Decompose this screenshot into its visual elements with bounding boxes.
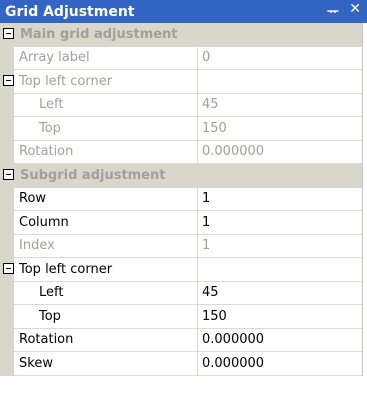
property-value: 150 <box>197 117 362 141</box>
category-label: Subgrid adjustment <box>20 168 166 184</box>
property-name: Left <box>34 282 197 305</box>
row-gutter <box>0 117 14 141</box>
property-index: Index 1 <box>0 234 362 258</box>
property-value: 0.000000 <box>197 140 362 164</box>
collapse-icon[interactable] <box>3 169 14 180</box>
property-value-input[interactable]: 1 <box>197 211 362 235</box>
property-rotation[interactable]: Rotation 0.000000 <box>0 328 362 352</box>
property-left[interactable]: Left 45 <box>0 281 362 305</box>
property-value-input[interactable]: 1 <box>197 187 362 211</box>
category-header: Main grid adjustment <box>0 23 362 47</box>
property-left: Left 45 <box>0 93 362 117</box>
property-value: 1 <box>197 234 362 258</box>
row-gutter <box>0 328 14 352</box>
indent-gutter <box>14 281 34 305</box>
property-name: Column <box>14 211 197 235</box>
grid-adjustment-panel: Grid Adjustment ᅲ ✕ Main grid adjustment… <box>0 0 367 404</box>
row-gutter <box>0 281 14 305</box>
close-icon[interactable]: ✕ <box>349 1 361 17</box>
property-value-input[interactable]: 45 <box>197 281 362 305</box>
property-name: Left <box>34 94 197 117</box>
property-grid: Main grid adjustment Array label 0 Top l… <box>0 23 363 376</box>
property-value <box>197 258 362 282</box>
property-top[interactable]: Top 150 <box>0 305 362 329</box>
indent-gutter <box>14 117 34 141</box>
property-group-top-left-corner[interactable]: Top left corner <box>0 70 362 94</box>
indent-gutter <box>14 305 34 329</box>
property-value: 45 <box>197 93 362 117</box>
property-value-input[interactable]: 150 <box>197 305 362 329</box>
category-label: Main grid adjustment <box>20 27 178 43</box>
row-gutter <box>0 211 14 235</box>
property-rotation: Rotation 0.000000 <box>0 140 362 164</box>
property-value <box>197 70 362 94</box>
panel-title: Grid Adjustment <box>5 3 135 20</box>
property-name: Top left corner <box>14 258 197 282</box>
property-group-top-left-corner[interactable]: Top left corner <box>0 258 362 282</box>
row-gutter <box>0 187 14 211</box>
property-skew[interactable]: Skew 0.000000 <box>0 352 362 376</box>
property-value: 0 <box>197 46 362 70</box>
property-name: Array label <box>14 47 197 70</box>
row-gutter <box>0 234 14 258</box>
panel-bottom <box>0 399 367 404</box>
collapse-icon[interactable] <box>3 75 14 86</box>
property-value-input[interactable]: 0.000000 <box>197 328 362 352</box>
panel-titlebar[interactable]: Grid Adjustment ᅲ ✕ <box>0 0 367 23</box>
category-subgrid-adjustment[interactable]: Subgrid adjustment <box>0 164 362 188</box>
property-name: Row <box>14 188 197 211</box>
property-row[interactable]: Row 1 <box>0 187 362 211</box>
row-gutter <box>0 93 14 117</box>
property-name: Rotation <box>14 329 197 352</box>
row-gutter <box>0 305 14 329</box>
property-value-input[interactable]: 0.000000 <box>197 352 362 376</box>
indent-gutter <box>14 93 34 117</box>
property-array-label: Array label 0 <box>0 46 362 70</box>
property-top: Top 150 <box>0 117 362 141</box>
collapse-icon[interactable] <box>3 263 14 274</box>
property-name: Rotation <box>14 141 197 164</box>
property-name: Index <box>14 235 197 258</box>
property-name: Skew <box>14 352 197 376</box>
collapse-icon[interactable] <box>3 28 14 39</box>
row-gutter <box>0 352 14 376</box>
property-name: Top left corner <box>14 70 197 94</box>
row-gutter <box>0 140 14 164</box>
row-gutter <box>0 46 14 70</box>
pin-icon[interactable]: ᅲ <box>327 1 339 20</box>
property-name: Top <box>34 117 197 141</box>
property-name: Top <box>34 305 197 329</box>
property-column[interactable]: Column 1 <box>0 211 362 235</box>
category-main-grid-adjustment[interactable]: Main grid adjustment <box>0 23 362 47</box>
category-header: Subgrid adjustment <box>0 164 362 188</box>
